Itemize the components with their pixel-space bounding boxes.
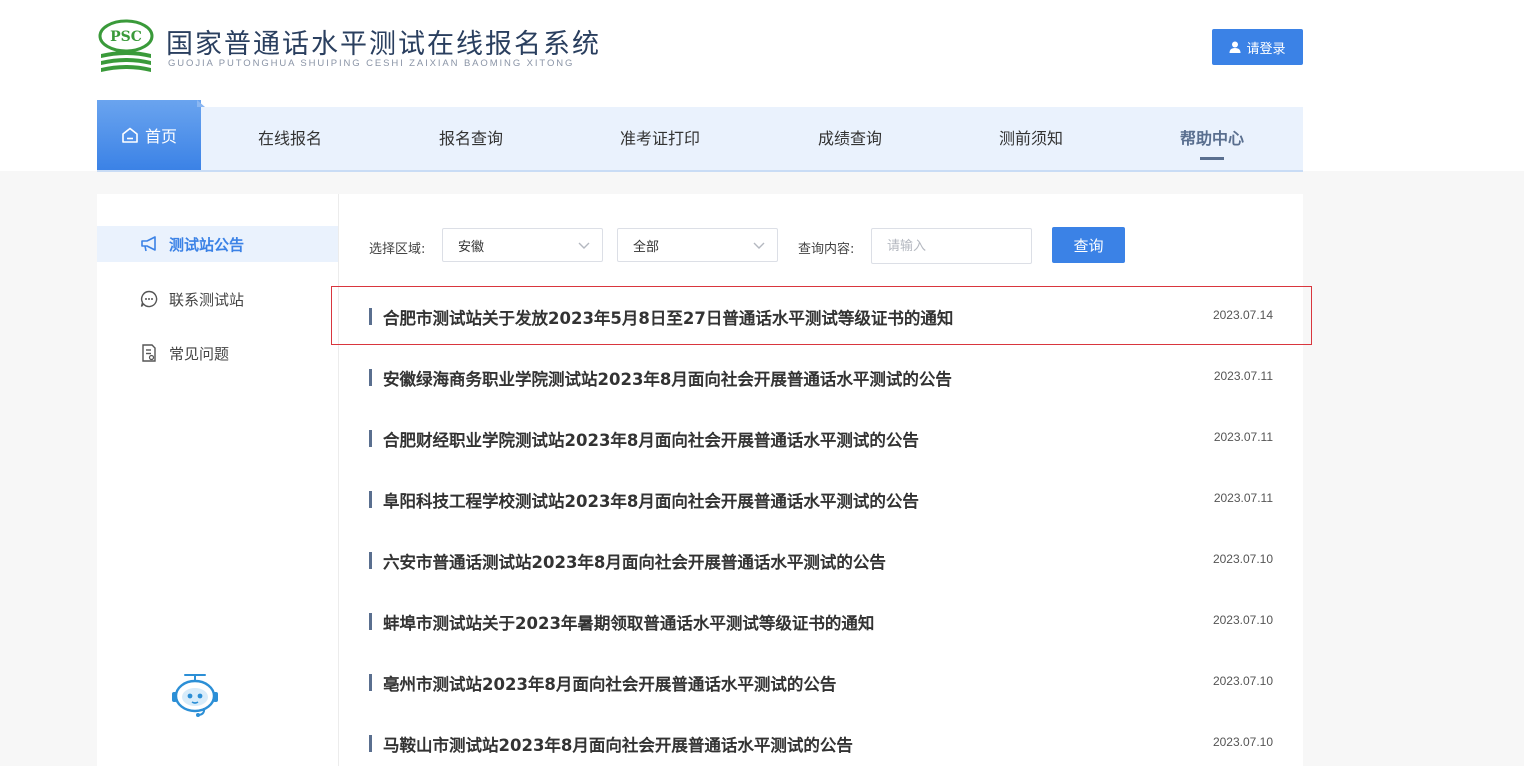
list-bullet bbox=[369, 430, 372, 447]
sidebar: 测试站公告 联系测试站 常见问题 bbox=[97, 194, 339, 766]
query-input[interactable] bbox=[871, 228, 1032, 264]
notice-date: 2023.07.14 bbox=[1212, 308, 1273, 322]
chevron-down-icon bbox=[753, 242, 765, 249]
notice-title[interactable]: 六安市普通话测试站2023年8月面向社会开展普通话水平测试的公告 bbox=[383, 549, 886, 573]
query-label: 查询内容: bbox=[798, 242, 855, 257]
notice-date: 2023.07.11 bbox=[1213, 430, 1273, 444]
list-item[interactable]: 马鞍山市测试站2023年8月面向社会开展普通话水平测试的公告 2023.07.1… bbox=[369, 723, 1289, 763]
notice-title[interactable]: 亳州市测试站2023年8月面向社会开展普通话水平测试的公告 bbox=[383, 671, 836, 695]
notice-title[interactable]: 阜阳科技工程学校测试站2023年8月面向社会开展普通话水平测试的公告 bbox=[383, 488, 919, 512]
scope-select[interactable]: 全部 bbox=[617, 228, 778, 262]
nav-home-corner bbox=[197, 100, 205, 107]
chevron-down-icon bbox=[578, 242, 590, 249]
svg-text:PSC: PSC bbox=[110, 29, 142, 45]
header: PSC 国家普通话水平测试在线报名系统 GUOJIA PUTONGHUA SHU… bbox=[0, 0, 1524, 172]
login-label: 请登录 bbox=[1246, 41, 1286, 57]
sidebar-item-label: 常见问题 bbox=[169, 344, 230, 363]
list-bullet bbox=[369, 369, 372, 386]
login-button[interactable]: 请登录 bbox=[1212, 29, 1303, 65]
megaphone-icon bbox=[139, 234, 159, 254]
list-item[interactable]: 合肥市测试站关于发放2023年5月8日至27日普通话水平测试等级证书的通知 20… bbox=[369, 296, 1289, 336]
list-bullet bbox=[369, 674, 372, 691]
list-bullet bbox=[369, 552, 372, 569]
notice-date: 2023.07.10 bbox=[1212, 552, 1273, 566]
sidebar-item-label: 联系测试站 bbox=[169, 290, 245, 309]
list-bullet bbox=[369, 613, 372, 630]
list-item[interactable]: 六安市普通话测试站2023年8月面向社会开展普通话水平测试的公告 2023.07… bbox=[369, 540, 1289, 580]
user-icon bbox=[1229, 41, 1241, 53]
list-item[interactable]: 合肥财经职业学院测试站2023年8月面向社会开展普通话水平测试的公告 2023.… bbox=[369, 418, 1289, 458]
nav-item-score-query[interactable]: 成绩查询 bbox=[800, 107, 900, 170]
sidebar-item-notices[interactable]: 测试站公告 bbox=[97, 226, 338, 262]
nav-item-online-signup[interactable]: 在线报名 bbox=[240, 107, 340, 170]
nav-home[interactable]: 首页 bbox=[97, 100, 201, 170]
robot-assistant-icon[interactable] bbox=[169, 672, 221, 720]
sidebar-item-faq[interactable]: 常见问题 bbox=[97, 335, 338, 371]
list-bullet bbox=[369, 308, 372, 325]
content-panel: 测试站公告 联系测试站 常见问题 选择区域: 安徽 全部 查询内容: 请输入 查… bbox=[97, 194, 1303, 766]
notice-date: 2023.07.11 bbox=[1213, 491, 1273, 505]
nav-active-indicator bbox=[1200, 157, 1224, 160]
list-bullet bbox=[369, 491, 372, 508]
nav-item-admission-print[interactable]: 准考证打印 bbox=[600, 107, 720, 170]
psc-logo-icon: PSC bbox=[98, 19, 154, 72]
nav-item-test-notes[interactable]: 测前须知 bbox=[981, 107, 1081, 170]
home-icon bbox=[122, 127, 138, 143]
list-item[interactable]: 安徽绿海商务职业学院测试站2023年8月面向社会开展普通话水平测试的公告 202… bbox=[369, 357, 1289, 397]
site-title: 国家普通话水平测试在线报名系统 bbox=[166, 29, 601, 60]
region-select-value: 安徽 bbox=[458, 239, 485, 255]
sidebar-item-label: 测试站公告 bbox=[169, 235, 245, 254]
list-item[interactable]: 阜阳科技工程学校测试站2023年8月面向社会开展普通话水平测试的公告 2023.… bbox=[369, 479, 1289, 519]
notice-date: 2023.07.10 bbox=[1212, 735, 1273, 749]
notice-date: 2023.07.10 bbox=[1212, 674, 1273, 688]
notice-title[interactable]: 合肥市测试站关于发放2023年5月8日至27日普通话水平测试等级证书的通知 bbox=[383, 305, 953, 329]
query-button[interactable]: 查询 bbox=[1052, 227, 1125, 263]
notice-title[interactable]: 马鞍山市测试站2023年8月面向社会开展普通话水平测试的公告 bbox=[383, 732, 853, 756]
list-item[interactable]: 亳州市测试站2023年8月面向社会开展普通话水平测试的公告 2023.07.10 bbox=[369, 662, 1289, 702]
sidebar-item-contact[interactable]: 联系测试站 bbox=[97, 281, 338, 317]
list-item[interactable]: 蚌埠市测试站关于2023年暑期领取普通话水平测试等级证书的通知 2023.07.… bbox=[369, 601, 1289, 641]
chat-icon bbox=[139, 289, 159, 309]
nav-home-label: 首页 bbox=[144, 127, 177, 146]
nav-item-help-center[interactable]: 帮助中心 bbox=[1162, 107, 1262, 170]
notice-date: 2023.07.10 bbox=[1212, 613, 1273, 627]
region-select[interactable]: 安徽 bbox=[442, 228, 603, 262]
notice-title[interactable]: 安徽绿海商务职业学院测试站2023年8月面向社会开展普通话水平测试的公告 bbox=[383, 366, 952, 390]
list-bullet bbox=[369, 735, 372, 752]
document-icon bbox=[139, 343, 159, 363]
notice-title[interactable]: 合肥财经职业学院测试站2023年8月面向社会开展普通话水平测试的公告 bbox=[383, 427, 919, 451]
site-subtitle: GUOJIA PUTONGHUA SHUIPING CESHI ZAIXIAN … bbox=[168, 58, 575, 69]
notice-title[interactable]: 蚌埠市测试站关于2023年暑期领取普通话水平测试等级证书的通知 bbox=[383, 610, 874, 634]
nav-item-signup-query[interactable]: 报名查询 bbox=[421, 107, 521, 170]
region-label: 选择区域: bbox=[369, 242, 426, 257]
main-nav: 首页 在线报名 报名查询 准考证打印 成绩查询 测前须知 帮助中心 bbox=[97, 100, 1303, 172]
scope-select-value: 全部 bbox=[633, 239, 660, 255]
notice-date: 2023.07.11 bbox=[1213, 369, 1273, 383]
